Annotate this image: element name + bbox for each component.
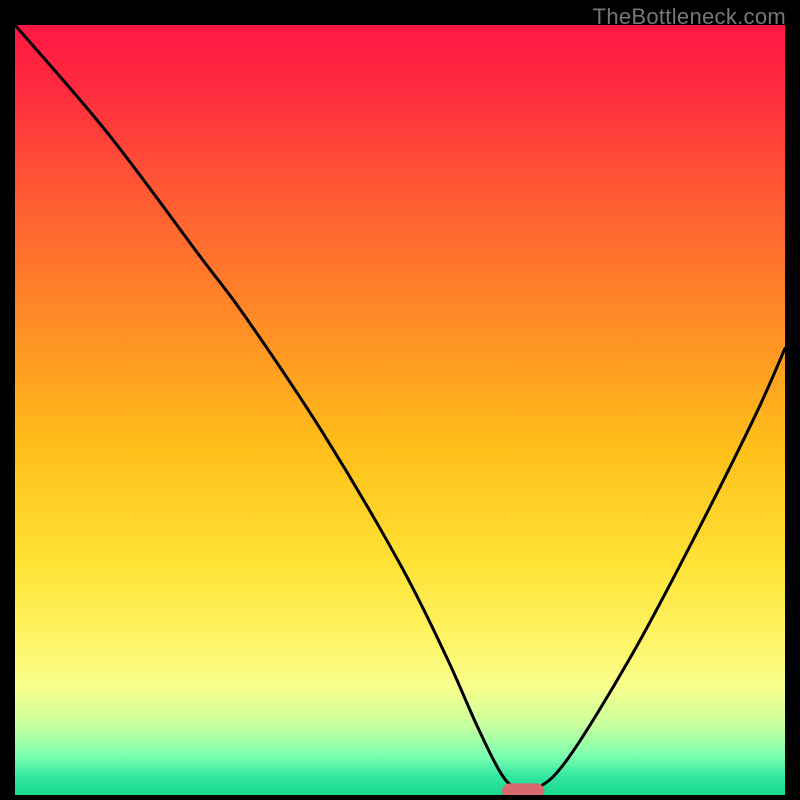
plot-background [15, 25, 785, 795]
optimal-marker [502, 783, 544, 795]
watermark-text: TheBottleneck.com [593, 4, 786, 30]
chart-stage: TheBottleneck.com [0, 0, 800, 800]
bottleneck-chart [15, 25, 785, 795]
